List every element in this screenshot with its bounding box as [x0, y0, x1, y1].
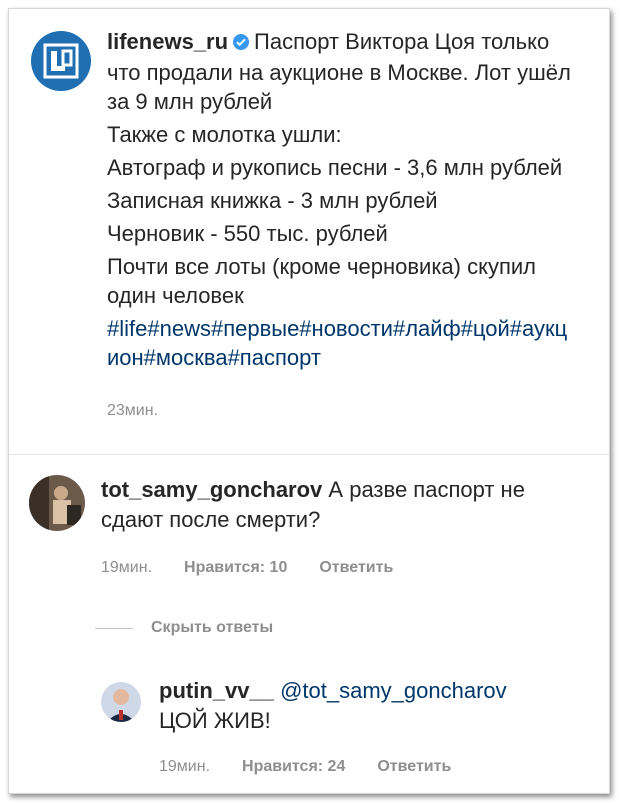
comment-timestamp: 19мин. — [101, 559, 153, 576]
caption-line-4: Записная книжка - 3 млн рублей — [107, 188, 438, 213]
reply-mention[interactable]: @tot_samy_goncharov — [280, 678, 507, 703]
reply-username[interactable]: putin_vv__ — [159, 678, 274, 703]
post-hashtags[interactable]: #life#news#первые#новости#лайф#цой#аукци… — [107, 314, 577, 372]
comment-meta: 19мин. Нравится: 10 Ответить — [101, 559, 393, 577]
verified-badge-icon — [232, 29, 250, 58]
comment-likes[interactable]: Нравится: 10 — [184, 559, 287, 577]
lifenews-logo-icon — [43, 43, 79, 79]
comment-text: tot_samy_goncharov А разве паспорт не сд… — [101, 475, 561, 535]
caption-line-3: Автограф и рукопись песни - 3,6 млн рубл… — [107, 155, 563, 180]
hide-replies-line — [95, 627, 133, 629]
reply-meta: 19мин. Нравится: 24 Ответить — [159, 758, 451, 776]
reply-body: ЦОЙ ЖИВ! — [159, 708, 271, 733]
comment-username[interactable]: tot_samy_goncharov — [101, 477, 322, 502]
reply-text: putin_vv__ @tot_samy_goncharov ЦОЙ ЖИВ! — [159, 676, 579, 736]
screenshot-frame: lifenews_ru Паспорт Виктора Цоя только чт… — [8, 8, 610, 794]
avatar[interactable] — [29, 475, 85, 531]
reply-timestamp: 19мин. — [159, 758, 211, 775]
post-timestamp: 23мин. — [107, 402, 159, 419]
caption-line-5: Черновик - 550 тыс. рублей — [107, 221, 388, 246]
reply-reply-button[interactable]: Ответить — [377, 758, 451, 776]
reply-likes[interactable]: Нравится: 24 — [242, 758, 345, 776]
caption-divider — [9, 454, 609, 455]
caption-line-6: Почти все лоты (кроме черновика) скупил … — [107, 254, 537, 308]
hide-replies-label: Скрыть ответы — [151, 619, 274, 636]
avatar[interactable] — [101, 682, 141, 722]
hide-replies-button[interactable]: Скрыть ответы — [95, 619, 273, 637]
post-username[interactable]: lifenews_ru — [107, 29, 228, 54]
caption-line-2: Также с молотка ушли: — [107, 122, 342, 147]
caption-body: lifenews_ru Паспорт Виктора Цоя только чт… — [107, 27, 577, 425]
reply-button[interactable]: Ответить — [319, 559, 393, 577]
lifenews-logo-avatar[interactable] — [31, 31, 91, 91]
